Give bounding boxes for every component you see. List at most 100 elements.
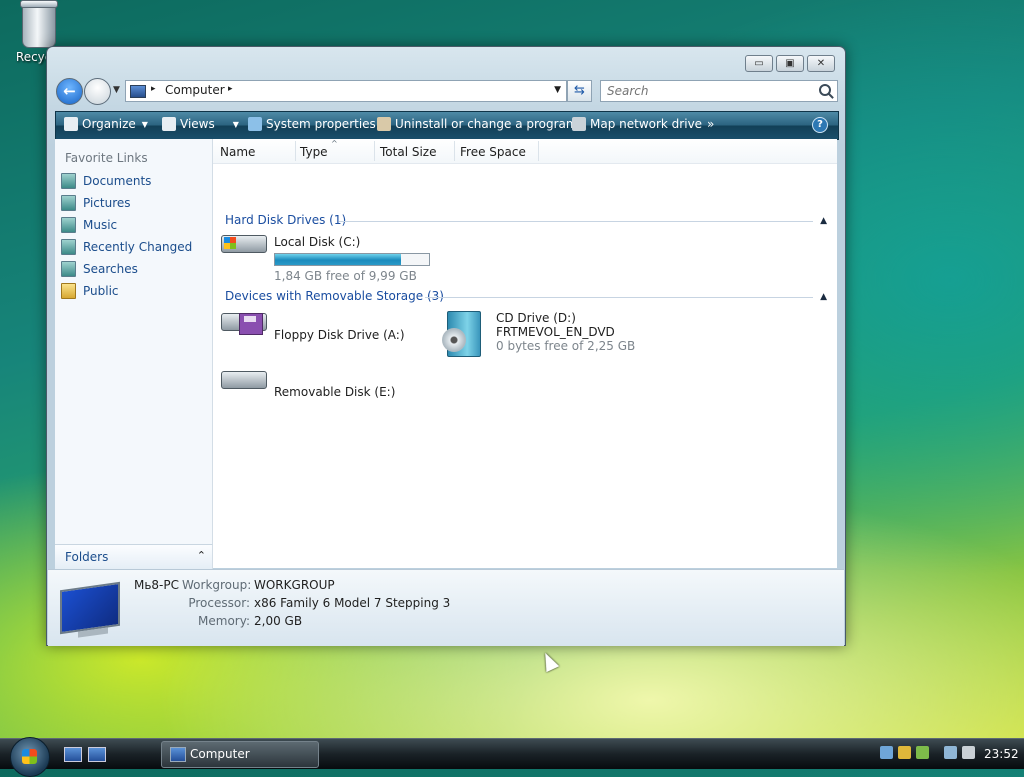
folders-label: Folders	[65, 550, 109, 564]
system-properties-label: System properties	[266, 117, 376, 131]
dvd-case-icon	[442, 311, 481, 357]
group-removable-storage[interactable]: Devices with Removable Storage (3)	[225, 289, 444, 303]
column-divider[interactable]	[538, 141, 539, 161]
mouse-cursor-icon	[538, 649, 560, 673]
views-menu[interactable]: Views ▼	[162, 117, 239, 131]
sidebar-item-searches[interactable]: Searches	[61, 261, 138, 277]
floppy-disk-icon	[239, 313, 263, 335]
column-headers: Name Type ^ Total Size Free Space	[213, 139, 837, 164]
sidebar-item-music[interactable]: Music	[61, 217, 117, 233]
arrow-left-icon: ←	[63, 82, 76, 100]
drive-details: Local Disk (C:) 1,84 GB free of 9,99 GB	[274, 235, 430, 283]
processor-label: Processor:	[188, 596, 250, 610]
taskbar: Computer 23:52	[0, 737, 1024, 777]
sidebar-item-label: Documents	[83, 174, 152, 188]
processor-value: x86 Family 6 Model 7 Stepping 3	[254, 596, 451, 610]
sidebar-item-public[interactable]: Public	[61, 283, 119, 299]
column-header-total-size[interactable]: Total Size	[380, 145, 436, 167]
organize-menu[interactable]: Organize ▼	[64, 117, 148, 131]
hard-drive-icon	[221, 235, 267, 269]
back-button[interactable]: ←	[56, 78, 83, 105]
memory-value: 2,00 GB	[254, 614, 303, 628]
search-input[interactable]	[605, 81, 809, 101]
taskbar-button-computer[interactable]: Computer	[161, 741, 319, 768]
memory-label: Memory:	[198, 614, 250, 628]
chevron-right-icon[interactable]: ▸	[228, 84, 233, 94]
more-commands-button[interactable]: »	[707, 117, 714, 131]
sort-arrow-icon: ^	[331, 139, 338, 148]
drive-name: Removable Disk (E:)	[274, 385, 396, 399]
update-icon[interactable]	[916, 746, 929, 759]
address-bar[interactable]: ▸ Computer ▸ ▼	[125, 80, 567, 102]
taskbar-button-label: Computer	[190, 747, 250, 761]
clock[interactable]: 23:52	[984, 747, 1019, 761]
music-icon	[61, 217, 76, 233]
chevron-up-icon[interactable]: ▲	[820, 292, 827, 302]
drive-name: Floppy Disk Drive (A:)	[274, 328, 405, 342]
sidebar-item-label: Searches	[83, 262, 138, 276]
drive-volume-label: FRTMEVOL_EN_DVD	[496, 325, 615, 339]
disk-usage-fill	[275, 254, 402, 265]
close-button[interactable]: ✕	[807, 55, 835, 72]
column-divider[interactable]	[295, 141, 296, 161]
chevron-up-icon[interactable]: ▲	[820, 216, 827, 226]
chevron-up-icon: ⌃	[196, 549, 206, 562]
system-properties-button[interactable]: System properties	[248, 117, 376, 131]
organize-label: Organize	[82, 117, 136, 131]
recently-changed-icon	[61, 239, 76, 255]
uninstall-program-button[interactable]: Uninstall or change a program	[377, 117, 578, 131]
system-tray: 23:52	[874, 743, 1024, 765]
minimize-button[interactable]: ▭	[745, 55, 773, 72]
sidebar-item-recently-changed[interactable]: Recently Changed	[61, 239, 192, 255]
folder-icon	[61, 283, 76, 299]
command-bar: Organize ▼ Views ▼ System properties Unins…	[55, 111, 839, 140]
drive-name: Local Disk (C:)	[274, 235, 361, 249]
drive-floppy-a[interactable]: Floppy Disk Drive (A:)	[221, 313, 431, 357]
group-divider	[425, 297, 813, 298]
drive-cd-d[interactable]: CD Drive (D:) FRTMEVOL_EN_DVD 0 bytes fr…	[442, 311, 673, 361]
column-divider[interactable]	[454, 141, 455, 161]
folders-toggle[interactable]: Folders ⌃	[55, 544, 213, 569]
security-shield-icon[interactable]	[898, 746, 911, 759]
pictures-icon	[61, 195, 76, 211]
drive-local-disk-c[interactable]: Local Disk (C:) 1,84 GB free of 9,99 GB	[221, 235, 451, 283]
drive-name: CD Drive (D:)	[496, 311, 576, 325]
group-hard-disk-drives[interactable]: Hard Disk Drives (1)	[225, 213, 346, 227]
column-header-name[interactable]: Name	[220, 145, 255, 167]
address-dropdown-icon[interactable]: ▼	[554, 85, 561, 95]
drive-removable-e[interactable]: Removable Disk (E:)	[221, 371, 431, 407]
sidebar-item-label: Recently Changed	[83, 240, 193, 254]
chevron-right-icon[interactable]: ▸	[151, 84, 156, 94]
details-pane: Мь8-PC Workgroup: WORKGROUP Processor: x…	[48, 569, 844, 646]
computer-name: Мь8-PC	[134, 578, 180, 592]
refresh-button[interactable]: ⇆	[567, 80, 592, 102]
switch-windows-icon[interactable]	[88, 747, 106, 762]
file-list: Name Type ^ Total Size Free Space Hard D…	[213, 139, 837, 568]
maximize-button[interactable]: ▣	[776, 55, 804, 72]
breadcrumb-computer[interactable]: Computer	[165, 83, 225, 97]
sidebar-item-documents[interactable]: Documents	[61, 173, 151, 189]
computer-window: ▭ ▣ ✕ ← ▼ ▸ Computer ▸ ▼ ⇆ Organize ▼	[46, 46, 846, 646]
organize-icon	[64, 117, 78, 131]
map-network-drive-button[interactable]: Map network drive	[572, 117, 702, 131]
volume-muted-icon[interactable]	[962, 746, 975, 759]
start-button[interactable]	[10, 737, 50, 777]
network-connection-icon[interactable]	[944, 746, 957, 759]
show-desktop-icon[interactable]	[64, 747, 82, 762]
navigation-pane: Favorite Links Documents Pictures Music …	[55, 139, 213, 568]
sidebar-item-pictures[interactable]: Pictures	[61, 195, 131, 211]
recent-pages-dropdown[interactable]: ▼	[113, 85, 120, 95]
views-label: Views	[180, 117, 215, 131]
search-icon[interactable]	[819, 84, 831, 96]
drive-details: CD Drive (D:) FRTMEVOL_EN_DVD 0 bytes fr…	[496, 311, 635, 353]
column-header-type[interactable]: Type	[300, 145, 328, 167]
column-divider[interactable]	[374, 141, 375, 161]
programs-icon	[377, 117, 391, 131]
forward-button[interactable]	[84, 78, 111, 105]
help-icon[interactable]: ?	[812, 117, 828, 133]
network-icon[interactable]	[880, 746, 893, 759]
column-header-free-space[interactable]: Free Space	[460, 145, 526, 167]
computer-monitor-icon	[60, 581, 120, 635]
drive-space: 1,84 GB free of 9,99 GB	[274, 269, 417, 283]
removable-disk-icon	[221, 371, 267, 405]
